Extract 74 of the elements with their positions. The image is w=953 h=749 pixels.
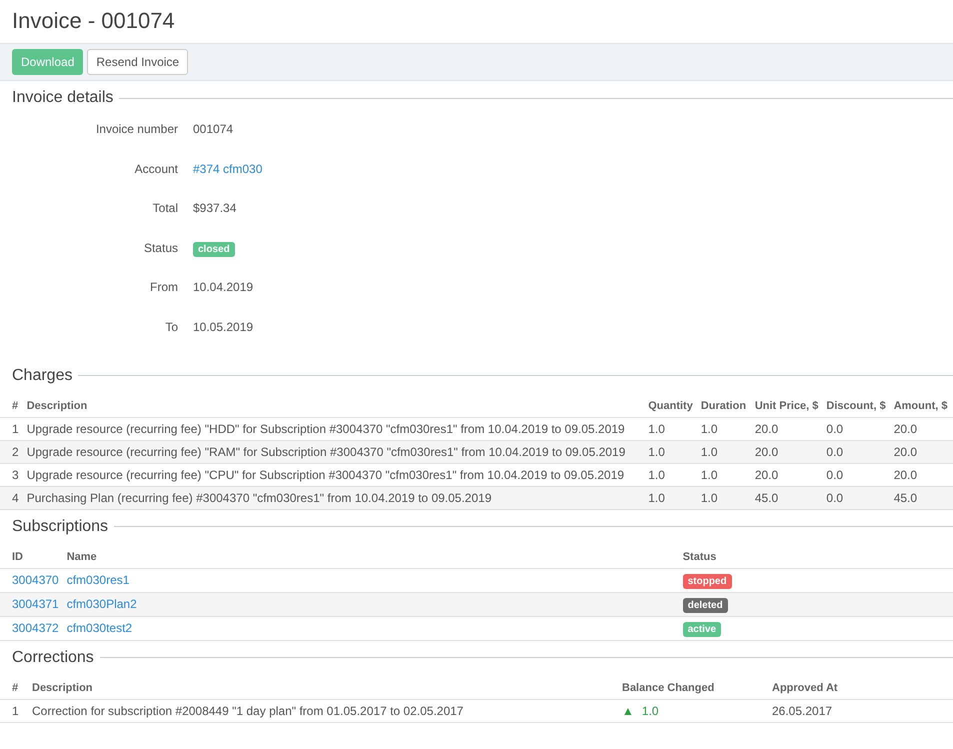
- field-value: 001074: [193, 122, 234, 136]
- download-button[interactable]: Download: [12, 49, 84, 75]
- subscription-name-link[interactable]: cfm030res1: [66, 573, 130, 588]
- subscription-id-link[interactable]: 3004372: [12, 621, 59, 636]
- table-cell: 0.0: [826, 468, 844, 482]
- column-header: #: [0, 394, 23, 418]
- column-header: Unit Price, $: [750, 394, 822, 418]
- table-cell: 45.0: [754, 490, 778, 505]
- table-cell: 0.0: [826, 422, 844, 436]
- field-label: To: [165, 320, 178, 334]
- balance-value: 1.0: [642, 702, 659, 719]
- table-cell: 4: [12, 490, 19, 505]
- table-cell: 3: [12, 468, 19, 482]
- table-cell: 1.0: [700, 444, 718, 459]
- table-cell: Purchasing Plan (recurring fee) #3004370 "cfm030res1" from 10.04.2019 to 09.05.2019: [26, 490, 492, 505]
- table-cell: 1.0: [648, 444, 665, 459]
- table-cell: Upgrade resource (recurring fee) "HDD" for Subscription #3004370 "cfm030res1" from 10.04.2019 to 09.05.2019: [26, 422, 625, 436]
- table-cell: 20.0: [754, 468, 778, 482]
- field-label: Status: [144, 240, 178, 255]
- field-label: Total: [152, 201, 178, 216]
- subscription-name-link[interactable]: cfm030test2: [66, 621, 132, 636]
- field-label: From: [150, 280, 178, 294]
- column-header: Name: [62, 546, 679, 568]
- column-header: Description: [22, 394, 644, 418]
- column-header: Duration: [696, 394, 751, 418]
- field-label: Invoice number: [96, 122, 178, 136]
- up-arrow-icon: ▲: [622, 702, 634, 719]
- column-header: Balance Changed: [618, 676, 768, 700]
- subscription-name-link[interactable]: cfm030Plan2: [66, 597, 137, 612]
- table-cell: 1: [12, 704, 19, 718]
- column-header: #: [0, 676, 28, 700]
- table-cell: 1.0: [648, 490, 665, 505]
- status-badge: deleted: [682, 598, 728, 613]
- column-header: Approved At: [768, 676, 953, 700]
- table-cell: 1.0: [700, 490, 718, 505]
- column-header: Status: [678, 546, 953, 568]
- field-value: 10.04.2019: [193, 280, 254, 294]
- field-value: 10.05.2019: [193, 320, 254, 334]
- table-cell: 20.0: [894, 444, 918, 459]
- status-badge: closed: [193, 242, 235, 257]
- column-header: Description: [28, 676, 618, 700]
- table-cell: Correction for subscription #2008449 "1 day plan" from 01.05.2017 to 02.05.2017: [32, 704, 464, 718]
- section-heading: Invoice details: [12, 88, 114, 108]
- table-cell: 2: [12, 444, 19, 459]
- table-cell: 20.0: [894, 422, 918, 436]
- status-badge: stopped: [682, 574, 732, 589]
- table-cell: 1.0: [700, 468, 718, 482]
- table-cell: 26.05.2017: [772, 704, 832, 718]
- column-header: Discount, $: [822, 394, 890, 418]
- column-header: Quantity: [644, 394, 697, 418]
- section-heading: Corrections: [12, 648, 95, 668]
- account-link[interactable]: #374 cfm030: [193, 162, 262, 176]
- section-heading: Charges: [12, 366, 74, 386]
- resend-button[interactable]: Resend Invoice: [87, 49, 188, 75]
- table-cell: 1.0: [648, 468, 665, 482]
- column-header: ID: [0, 546, 63, 568]
- status-badge: active: [682, 622, 722, 637]
- table-cell: 20.0: [754, 444, 778, 459]
- table-cell: Upgrade resource (recurring fee) "CPU" for Subscription #3004370 "cfm030res1" from 10.04.2019 to 09.05.2019: [26, 468, 624, 482]
- subscription-id-link[interactable]: 3004370: [12, 573, 59, 588]
- table-cell: 0.0: [826, 444, 844, 459]
- table-cell: 20.0: [894, 468, 918, 482]
- field-value: $937.34: [193, 201, 236, 216]
- table-cell: 1: [12, 422, 19, 436]
- table-cell: 1.0: [648, 422, 665, 436]
- table-cell: 45.0: [894, 490, 918, 505]
- section-heading: Subscriptions: [12, 516, 110, 537]
- table-cell: 20.0: [754, 422, 778, 436]
- page-title: Invoice - 001074: [11, 7, 176, 35]
- table-cell: Upgrade resource (recurring fee) "RAM" for Subscription #3004370 "cfm030res1" from 10.04.2019 to 09.05.2019: [26, 444, 626, 459]
- table-cell: 0.0: [826, 490, 844, 505]
- field-label: Account: [134, 162, 178, 176]
- table-cell: 1.0: [700, 422, 718, 436]
- column-header: Amount, $: [890, 394, 953, 418]
